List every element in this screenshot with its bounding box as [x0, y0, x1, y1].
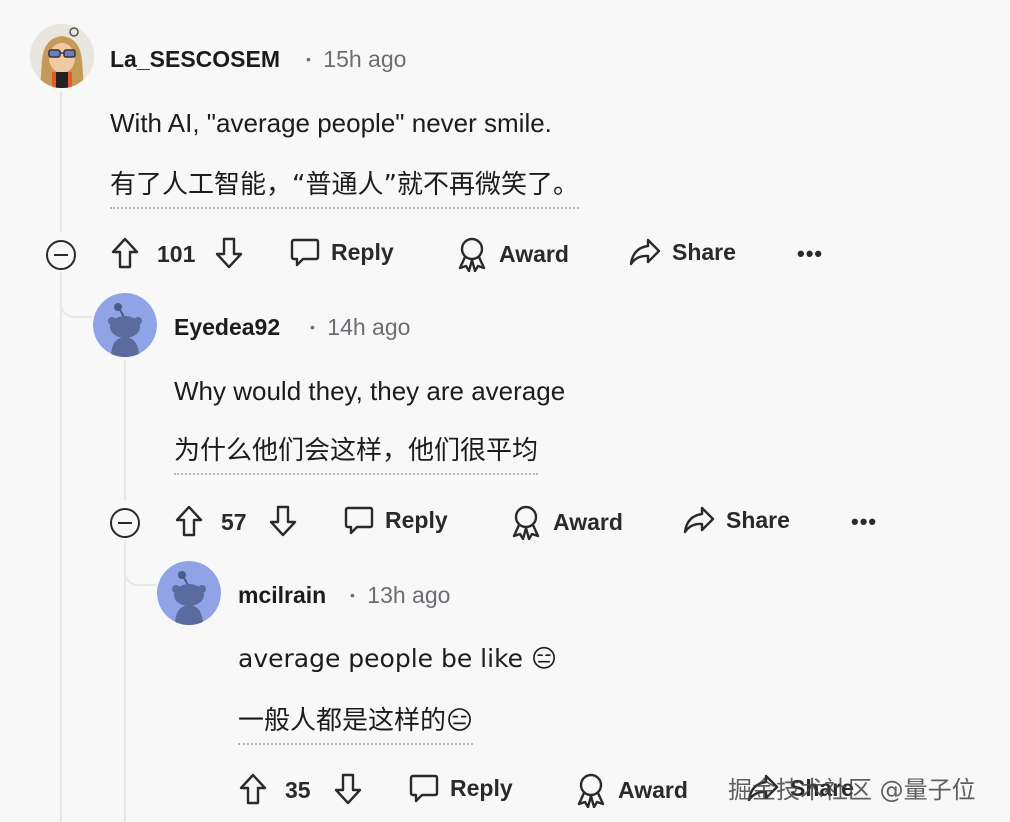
- time-ago: 15h ago: [323, 46, 407, 72]
- username[interactable]: La_SESCOSEM: [110, 46, 280, 73]
- award-label: Award: [499, 240, 569, 267]
- award-label: Award: [618, 776, 688, 803]
- share-arrow-icon: [683, 506, 715, 534]
- share-label: Share: [726, 506, 790, 533]
- thread-connector: [60, 272, 92, 318]
- share-arrow-icon: [629, 238, 661, 266]
- speech-bubble-icon: [344, 506, 374, 535]
- thread-line-level-1-lower: [60, 272, 62, 822]
- more-options-button[interactable]: •••: [851, 509, 877, 535]
- collapse-thread-button[interactable]: [110, 508, 140, 538]
- snoo-avatar-icon: [157, 561, 221, 625]
- speech-bubble-icon: [290, 238, 320, 267]
- thread-line-level-2: [124, 360, 126, 500]
- comment-text: Why would they, they are average: [174, 376, 566, 406]
- downvote-button[interactable]: [333, 772, 363, 806]
- comment-timestamp: • 13h ago: [350, 582, 450, 609]
- user-avatar[interactable]: [157, 561, 221, 625]
- upvote-button[interactable]: [110, 236, 140, 270]
- vote-count: 35: [285, 777, 311, 803]
- speech-bubble-icon: [409, 774, 439, 803]
- upvote-button[interactable]: [174, 504, 204, 538]
- watermark-text: 掘金技术社区 @量子位: [728, 776, 976, 804]
- award-button[interactable]: Award: [455, 236, 569, 272]
- reply-label: Reply: [385, 506, 448, 533]
- vote-count: 101: [157, 241, 196, 267]
- share-button[interactable]: Share: [628, 236, 736, 268]
- award-button[interactable]: Award: [574, 772, 688, 808]
- snoo-avatar-icon: [93, 293, 157, 357]
- reply-button[interactable]: Reply: [408, 772, 513, 804]
- comment-text: average people be like 😑: [238, 644, 558, 673]
- comment-timestamp: • 14h ago: [310, 314, 410, 341]
- user-avatar[interactable]: [30, 24, 94, 88]
- thread-line-level-2-lower: [124, 540, 126, 822]
- meta-separator: •: [306, 51, 311, 67]
- share-label: Share: [672, 238, 736, 265]
- vote-count: 57: [221, 509, 247, 535]
- thread-line-level-1: [60, 92, 62, 232]
- arrow-up-icon: [239, 773, 267, 805]
- reply-button[interactable]: Reply: [343, 504, 448, 536]
- time-ago: 14h ago: [327, 314, 411, 340]
- reply-label: Reply: [331, 238, 394, 265]
- arrow-down-icon: [269, 505, 297, 537]
- comment-text: With AI, "average people" never smile.: [110, 108, 552, 138]
- meta-separator: •: [310, 319, 315, 335]
- award-ribbon-icon: [577, 773, 605, 808]
- meta-separator: •: [350, 587, 355, 603]
- arrow-up-icon: [175, 505, 203, 537]
- upvote-button[interactable]: [238, 772, 268, 806]
- collapse-thread-button[interactable]: [46, 240, 76, 270]
- award-ribbon-icon: [512, 505, 540, 540]
- comment-translation: 有了人工智能，“普通人”就不再微笑了。: [110, 164, 579, 209]
- time-ago: 13h ago: [367, 582, 451, 608]
- more-options-button[interactable]: •••: [797, 241, 823, 267]
- arrow-down-icon: [215, 237, 243, 269]
- share-button[interactable]: Share: [682, 504, 790, 536]
- comment-timestamp: • 15h ago: [306, 46, 406, 73]
- reply-label: Reply: [450, 774, 513, 801]
- username[interactable]: mcilrain: [238, 582, 326, 609]
- username[interactable]: Eyedea92: [174, 314, 280, 341]
- comment-translation: 为什么他们会这样，他们很平均: [174, 430, 539, 475]
- user-avatar[interactable]: [93, 293, 157, 357]
- award-label: Award: [553, 508, 623, 535]
- downvote-button[interactable]: [214, 236, 244, 270]
- avatar-image: [30, 24, 94, 88]
- arrow-up-icon: [111, 237, 139, 269]
- downvote-button[interactable]: [268, 504, 298, 538]
- thread-connector: [124, 540, 156, 586]
- comment-translation: 一般人都是这样的😑: [238, 700, 474, 745]
- award-ribbon-icon: [458, 237, 486, 272]
- arrow-down-icon: [334, 773, 362, 805]
- award-button[interactable]: Award: [509, 504, 623, 540]
- reply-button[interactable]: Reply: [289, 236, 394, 268]
